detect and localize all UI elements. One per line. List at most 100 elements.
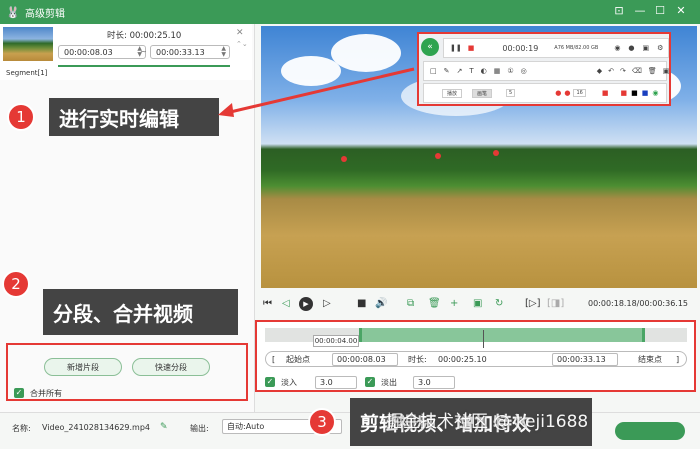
fade-in-input[interactable]: 3.0 [315,376,357,389]
pen-size-input[interactable]: 5 [506,89,516,97]
screenshot-icon[interactable]: ▣ [643,44,650,52]
segment-label: Segment[1] [6,69,48,77]
trim-range-row: [ 起始点 00:00:08.03 时长: 00:00:25.10 00:00:… [265,351,687,367]
undo-icon[interactable]: ↶ [608,67,614,75]
file-name: Video_241028134629.mp4 [42,423,150,432]
forward-icon[interactable]: ▷ [323,298,331,309]
segment-actions: 新增片段 快速分段 ✓ 合并所有 [6,343,248,401]
end-point-button[interactable]: 结束点 [638,354,662,365]
segment-duration: 时长: 00:00:25.10 [107,31,182,41]
range-separator: ~ [140,47,147,56]
segment-start-input[interactable]: 00:00:08.03 ▲ ▼ [58,45,146,59]
image-tool-icon[interactable]: ▦ [494,67,501,75]
end-point-input[interactable]: 00:00:33.13 [552,353,618,366]
stop-button[interactable]: ■ [357,298,366,309]
close-button[interactable]: ✕ [674,4,688,17]
marker-dot [435,153,441,159]
start-point-button[interactable]: 起始点 [286,354,310,365]
storage-readout: A76 MB/82.00 GB [554,45,599,51]
number-tool-icon[interactable]: ① [507,67,513,75]
fade-out-label: 淡出 [381,378,397,387]
settings-icon[interactable]: ⚙ [657,44,663,52]
quick-split-button[interactable]: 快速分段 [132,358,210,376]
skin-icon[interactable]: ⊡ [612,4,626,17]
start-point-input[interactable]: 00:00:08.03 [332,353,398,366]
playhead[interactable] [483,330,484,348]
record-time: 00:00:19 [502,43,539,53]
timeline-selection[interactable] [359,328,645,342]
play-button[interactable]: ▶ [299,297,313,311]
duration-label: 时长: [408,354,427,364]
clear-icon[interactable]: ⌫ [632,67,642,75]
rewind-icon[interactable]: ◁ [282,298,290,309]
tab-play[interactable]: 播放 [442,88,463,98]
stop-icon[interactable]: ■ [468,44,475,52]
volume-icon[interactable]: 🔊 [375,298,387,309]
export-button[interactable] [615,422,685,440]
segment-move-icon[interactable]: ⌃⌄ [236,40,248,49]
fill-red-icon[interactable]: ■ [602,89,609,97]
arrow-tool-icon[interactable]: ↗ [457,67,463,75]
segment-thumbnail [3,27,53,61]
redo-icon[interactable]: ↷ [620,67,626,75]
color-red-icon[interactable]: ● [555,89,561,97]
blur-tool-icon[interactable]: ◎ [521,67,527,75]
watermark: 掘金技术社区 @ keji1688 [386,412,589,432]
callout-realtime-edit: 进行实时编辑 [49,98,219,136]
swatch-black-icon[interactable]: ■ [631,89,638,97]
rect-tool-icon[interactable]: □ [430,67,437,75]
segment-close-icon[interactable]: ✕ [236,28,244,38]
pen-tool-icon[interactable]: ✎ [444,67,450,75]
app-logo-icon: 🐰 [6,5,20,19]
merge-all-label: 合并所有 [30,389,62,398]
add-icon[interactable]: + [450,298,458,309]
edit-name-icon[interactable]: ✎ [160,422,168,432]
swatch-blue-icon[interactable]: ■ [642,89,649,97]
playback-time: 00:00:18.18/00:00:36.15 [588,299,688,308]
fullscreen-icon[interactable]: [◨] [547,298,564,309]
new-segment-button[interactable]: 新增片段 [44,358,122,376]
merge-all-checkbox[interactable]: ✓ [14,388,24,398]
pin-icon[interactable]: ▣ [663,67,670,75]
callout-split-merge: 分段、合并视频 [43,289,238,335]
recorder-row-2: □ ✎ ↗ T ◐ ▦ ① ◎ ◆ ↶ ↷ ⌫ 🗑 ▣ [423,61,670,81]
fade-in-label: 淡入 [281,378,297,387]
end-bracket-icon[interactable]: ] [676,355,679,364]
webcam-icon[interactable]: ● [628,44,634,52]
callout-badge-3: 3 [308,408,336,436]
copy-icon[interactable]: ▣ [473,298,482,309]
name-label: 名称: [12,424,31,433]
collapse-icon[interactable]: « [421,38,439,56]
color-dot-icon[interactable]: ● [564,89,570,97]
palette-icon[interactable]: ◉ [652,89,658,97]
swatch-red-icon[interactable]: ■ [620,89,627,97]
highlight-tool-icon[interactable]: ◐ [481,67,487,75]
fade-in-checkbox[interactable]: ✓ [265,377,275,387]
text-tool-icon[interactable]: T [469,67,473,75]
callout-badge-2: 2 [2,270,30,298]
camera-icon[interactable]: ◉ [614,44,620,52]
stepper-icon[interactable]: ▲ ▼ [221,46,226,58]
split-icon[interactable]: ⧉ [407,298,414,309]
marker-dot [341,156,347,162]
fade-out-input[interactable]: 3.0 [413,376,455,389]
pause-icon[interactable]: ❚❚ [450,44,462,52]
segment-card[interactable]: Segment[1] 时长: 00:00:25.10 00:00:08.03 ▲ ▼… [0,24,252,80]
recorder-row-1: ❚❚ ■ 00:00:19 A76 MB/82.00 GB ◉ ● ▣ ⚙ [443,38,669,58]
prev-frame-icon[interactable]: ⏮ [263,298,272,309]
refresh-icon[interactable]: ↻ [495,298,503,309]
callout-badge-1: 1 [7,103,35,131]
title-bar: 🐰 高级剪辑 ⊡ — ☐ ✕ [0,0,700,24]
window-title: 高级剪辑 [25,8,65,20]
delete-icon[interactable]: 🗑 [428,298,441,309]
start-bracket-icon[interactable]: [ [272,355,275,364]
preview-segment-icon[interactable]: [▷] [525,298,541,309]
trash-icon[interactable]: 🗑 [648,67,657,75]
maximize-button[interactable]: ☐ [653,4,667,17]
eraser-icon[interactable]: ◆ [597,67,602,75]
fade-out-checkbox[interactable]: ✓ [365,377,375,387]
minimize-button[interactable]: — [633,4,647,17]
tab-brush[interactable]: 画笔 [472,88,493,98]
font-size-input[interactable]: 16 [573,89,586,97]
segment-end-input[interactable]: 00:00:33.13 ▲ ▼ [150,45,230,59]
